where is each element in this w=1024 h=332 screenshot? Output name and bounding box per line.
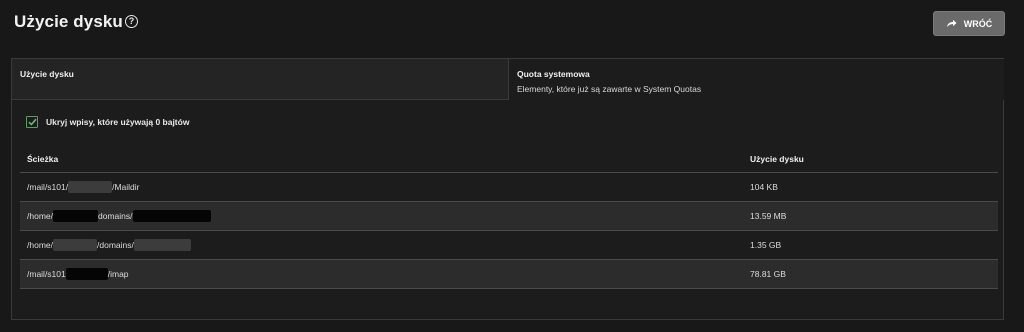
tab-system-quota-description: Elementy, które już są zawarte w System … (517, 84, 702, 94)
help-icon[interactable]: ? (125, 15, 138, 28)
share-arrow-icon (946, 19, 957, 27)
page-title: Użycie dysku (14, 12, 123, 31)
path-segment: domains/ (98, 211, 133, 221)
table-row[interactable]: /home/ /domains/ 1.35 GB (20, 231, 998, 260)
path-segment: /mail/s101/ (27, 182, 69, 192)
redacted-block (53, 239, 97, 251)
hide-zero-label: Ukryj wpisy, które używają 0 bajtów (46, 117, 190, 127)
redacted-block (133, 239, 191, 251)
table-row[interactable]: /mail/s101 /imap 78.81 GB (20, 260, 998, 289)
back-button[interactable]: WRÓĆ (933, 11, 1005, 36)
disk-usage-page: Użycie dysku ? WRÓĆ Użycie dysku Quota s… (0, 0, 1024, 332)
tab-system-quota-label: Quota systemowa (517, 69, 590, 79)
table-header: Ścieżka Użycie dysku (20, 145, 998, 173)
redacted-block (65, 268, 108, 280)
column-header-path[interactable]: Ścieżka (20, 154, 750, 164)
hide-zero-option[interactable]: Ukryj wpisy, które używają 0 bajtów (26, 116, 189, 128)
hide-zero-checkbox[interactable] (26, 116, 38, 128)
back-button-label: WRÓĆ (963, 18, 993, 29)
path-segment: /home/ (27, 211, 53, 221)
path-segment: /mail/s101 (27, 269, 66, 279)
table-row[interactable]: /home/ domains/ 13.59 MB (20, 202, 998, 231)
size-cell: 13.59 MB (750, 211, 787, 221)
column-header-size[interactable]: Użycie dysku (750, 154, 998, 164)
path-cell: /mail/s101/ /Maildir (20, 181, 750, 193)
tab-system-quota[interactable]: Quota systemowa Elementy, które już są z… (509, 59, 1004, 100)
path-cell: /home/ domains/ (20, 210, 750, 222)
checkmark-icon (27, 118, 37, 126)
tab-disk-usage[interactable]: Użycie dysku (12, 59, 509, 100)
path-segment: /domains/ (97, 240, 134, 250)
path-segment: /imap (107, 269, 129, 279)
table-row[interactable]: /mail/s101/ /Maildir 104 KB (20, 173, 998, 202)
disk-usage-panel: Użycie dysku Quota systemowa Elementy, k… (11, 58, 1004, 320)
disk-usage-table: Ścieżka Użycie dysku /mail/s101/ /Maildi… (20, 145, 998, 289)
redacted-block (132, 210, 211, 222)
tab-disk-usage-label: Użycie dysku (20, 69, 74, 79)
redacted-block (53, 210, 98, 222)
size-cell: 104 KB (750, 182, 778, 192)
path-segment: /Maildir (112, 182, 140, 192)
path-cell: /home/ /domains/ (20, 239, 750, 251)
redacted-block (68, 181, 113, 193)
size-cell: 78.81 GB (750, 269, 786, 279)
path-cell: /mail/s101 /imap (20, 268, 750, 280)
path-segment: /home/ (27, 240, 53, 250)
size-cell: 1.35 GB (750, 240, 782, 250)
